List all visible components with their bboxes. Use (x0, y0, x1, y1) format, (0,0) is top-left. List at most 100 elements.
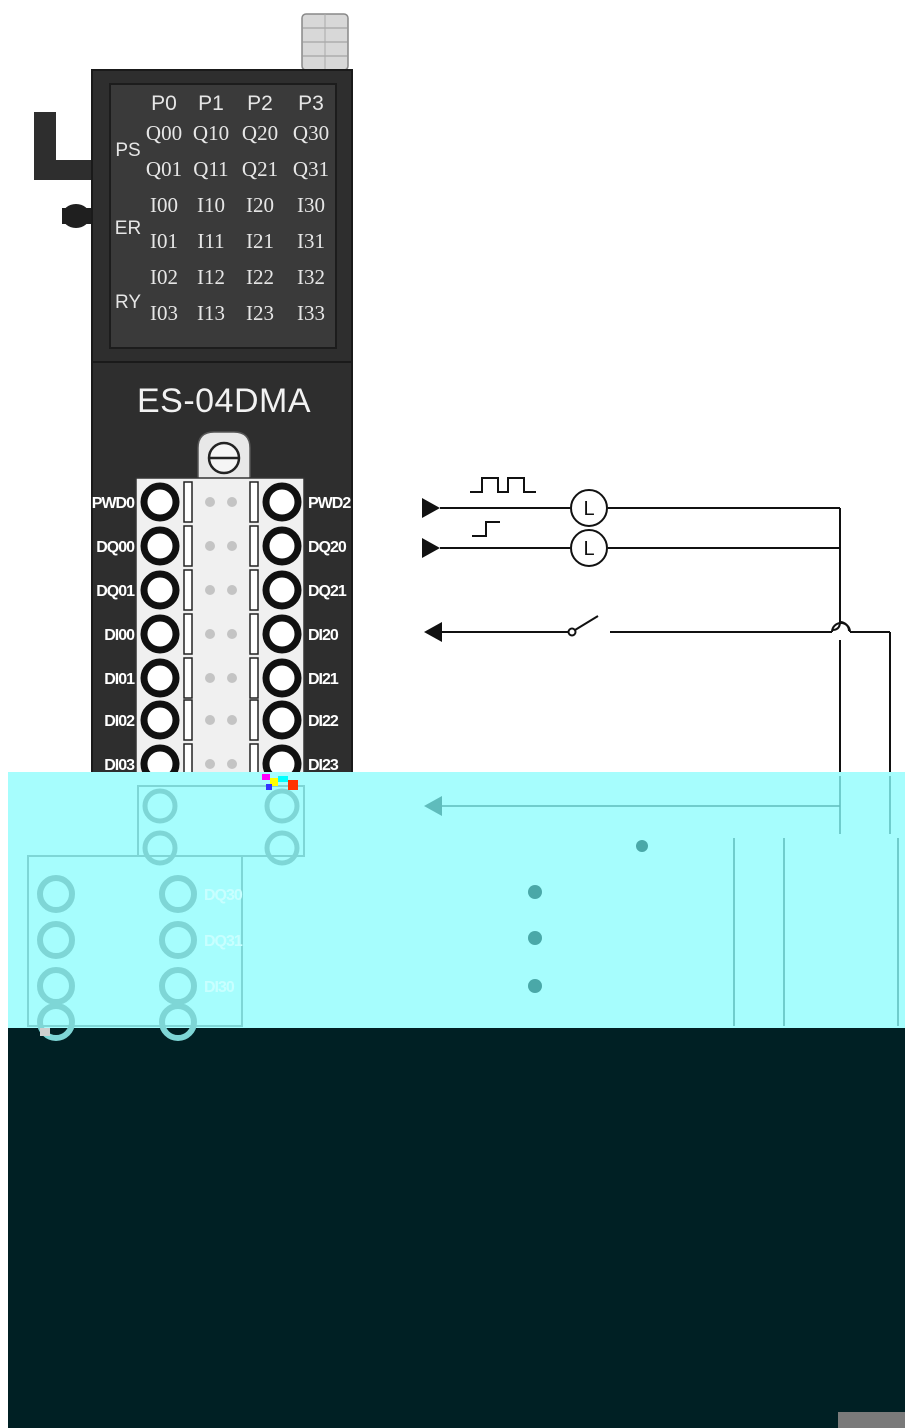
screw-tab (197, 431, 251, 481)
glitch-band-cyan-lower (8, 856, 905, 1028)
terminal-label: DI20 (308, 627, 339, 644)
terminal-screw (262, 658, 302, 698)
led-indicator-label: Q00 (146, 121, 182, 145)
led-indicator-label: I32 (297, 265, 325, 289)
terminal-dot (205, 497, 215, 507)
terminal-label: PWD0 (92, 495, 135, 512)
terminal-dot (227, 629, 237, 639)
terminal-label: DI03 (104, 757, 135, 774)
terminal-screw (262, 700, 302, 740)
terminal-label: DI02 (104, 713, 135, 730)
glitch-band-cyan (8, 772, 905, 858)
terminal-label: DQ00 (96, 539, 135, 556)
terminal-clamp (183, 481, 193, 523)
terminal-clamp (183, 699, 193, 741)
led-indicator-label: Q11 (193, 157, 228, 181)
led-indicator-label: I01 (150, 229, 178, 253)
led-indicator-label: I22 (246, 265, 274, 289)
input-arrow-di20 (424, 622, 442, 642)
output-arrow-dq20 (422, 538, 440, 558)
switch-icon (567, 615, 599, 637)
terminal-dot (205, 629, 215, 639)
terminal-dot (205, 715, 215, 725)
led-indicator-label: I31 (297, 229, 325, 253)
led-indicator-label: I13 (197, 301, 225, 325)
terminal-label: DI21 (308, 671, 339, 688)
led-indicator-label: I33 (297, 301, 325, 325)
terminal-screw (262, 614, 302, 654)
glitch-corner-gray (838, 1412, 905, 1428)
terminal-dot (227, 497, 237, 507)
led-status-label: RY (115, 292, 141, 313)
terminal-screw (140, 700, 180, 740)
terminal-label: DI22 (308, 713, 339, 730)
led-indicator-label: I23 (246, 301, 274, 325)
ghost-terminal-label: DQ30 (204, 887, 243, 904)
terminal-label: PWD2 (308, 495, 351, 512)
din-rail-latch (301, 13, 349, 71)
terminal-screw (140, 526, 180, 566)
led-indicator-label: Q01 (146, 157, 182, 181)
led-indicator-label: I10 (197, 193, 225, 217)
lamp-icon: L (570, 529, 608, 567)
terminal-dot (205, 585, 215, 595)
terminal-dot (227, 673, 237, 683)
terminal-dot (205, 759, 215, 769)
glitch-band-dark (8, 1028, 905, 1428)
svg-text:L: L (583, 538, 594, 560)
led-indicator-label: Q21 (242, 157, 278, 181)
terminal-label: DQ20 (308, 539, 347, 556)
terminal-screw (262, 570, 302, 610)
led-status-label: ER (115, 218, 141, 239)
terminal-clamp (183, 569, 193, 611)
terminal-dot (227, 585, 237, 595)
led-column-header: P1 (198, 92, 224, 115)
terminal-clamp (183, 525, 193, 567)
terminal-clamp (249, 569, 259, 611)
side-hook (34, 112, 92, 228)
led-indicator-label: Q31 (293, 157, 329, 181)
terminal-label: DI01 (104, 671, 135, 688)
led-indicator-label: Q20 (242, 121, 278, 145)
led-indicator-label: I11 (197, 229, 224, 253)
terminal-dot (205, 541, 215, 551)
led-column-header: P3 (298, 92, 324, 115)
led-indicator-label: I00 (150, 193, 178, 217)
svg-text:L: L (583, 498, 594, 520)
led-indicator-label: I20 (246, 193, 274, 217)
terminal-clamp (249, 525, 259, 567)
terminal-clamp (249, 699, 259, 741)
terminal-clamp (183, 613, 193, 655)
terminal-dot (227, 541, 237, 551)
arrows (422, 498, 442, 642)
terminal-clamp (183, 657, 193, 699)
terminal-screw (262, 482, 302, 522)
terminal-label: DI00 (104, 627, 135, 644)
led-indicator-label: I30 (297, 193, 325, 217)
terminal-label: DQ21 (308, 583, 347, 600)
output-arrow-pwd2 (422, 498, 440, 518)
ghost-terminal-label: DI30 (204, 979, 235, 996)
terminal-clamp (249, 613, 259, 655)
terminal-clamp (249, 657, 259, 699)
terminal-screw (140, 614, 180, 654)
ghost-terminal-label: DQ31 (204, 933, 243, 950)
lamp-icon: L (570, 489, 608, 527)
terminal-label: DQ01 (96, 583, 135, 600)
led-indicator-label: I02 (150, 265, 178, 289)
terminal-dot (227, 759, 237, 769)
led-column-header: P0 (151, 92, 177, 115)
terminal-screw (140, 658, 180, 698)
terminal-dot (205, 673, 215, 683)
terminal-screw (140, 482, 180, 522)
led-indicator-label: Q30 (293, 121, 329, 145)
model-name: ES-04DMA (137, 382, 311, 420)
wiring-diagram: P0 P1 P2 P3 PS ER RY Q00 Q10 Q20 Q30 Q01 Q11 Q21 Q31… (8, 13, 905, 1428)
led-status-label: PS (115, 140, 140, 161)
led-indicator-label: Q10 (193, 121, 229, 145)
led-column-header: P2 (247, 92, 273, 115)
led-indicator-label: I12 (197, 265, 225, 289)
led-indicator-label: I03 (150, 301, 178, 325)
terminal-screw (262, 526, 302, 566)
terminal-clamp (249, 481, 259, 523)
